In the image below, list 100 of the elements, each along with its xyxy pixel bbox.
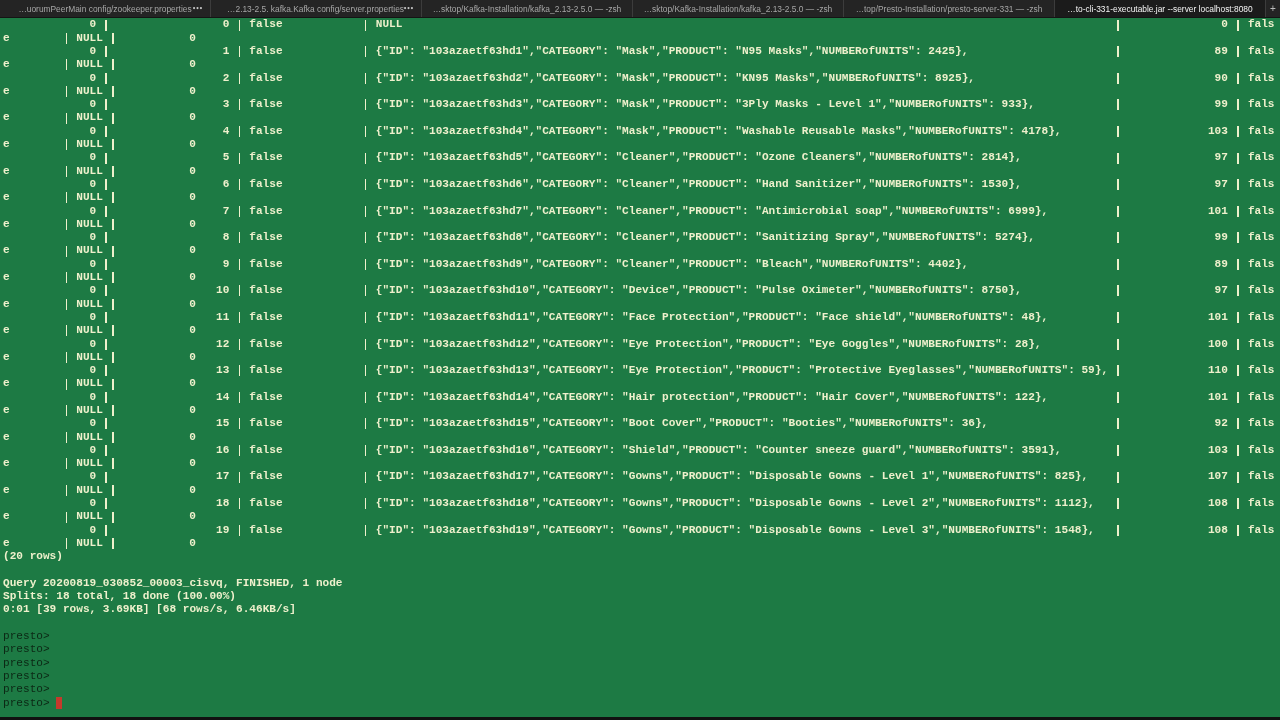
table-cell: NULL (76, 350, 103, 363)
table-cell: false (249, 231, 283, 244)
table-cell: 0 (189, 84, 197, 97)
table-cell: false (249, 257, 283, 270)
table-cell: 0 (89, 231, 97, 244)
table-cell: fals (1247, 177, 1275, 190)
row-number: 12 (216, 337, 230, 350)
table-cell: false (249, 284, 283, 297)
table-cell: 89 (1214, 45, 1228, 57)
table-cell: NULL (76, 164, 103, 177)
table-cell: 92 (1214, 417, 1228, 430)
table-cell: false (249, 497, 283, 510)
table-cell: 0 (189, 324, 197, 337)
table-cell: NULL (76, 430, 103, 443)
row-number: 16 (216, 443, 230, 456)
table-cell: 0 (189, 31, 197, 44)
table-cell: 0 (189, 138, 197, 151)
table-cell: e (3, 483, 10, 496)
table-cell: e (3, 164, 10, 177)
table-cell: NULL (76, 191, 103, 204)
table-cell: e (3, 31, 10, 44)
table-cell: false (249, 364, 283, 377)
table-cell: 97 (1214, 177, 1228, 190)
table-cell: 0 (189, 510, 197, 523)
row-number: 15 (216, 417, 230, 430)
row-number: 17 (216, 470, 230, 483)
table-cell: e (3, 84, 10, 97)
table-cell: false (249, 45, 283, 57)
row-number: 3 (222, 98, 230, 111)
table-cell: NULL (76, 510, 103, 523)
table-cell: NULL (76, 324, 103, 337)
table-cell: 0 (89, 98, 97, 111)
table-cell: 0 (89, 124, 97, 137)
table-cell: 0 (189, 217, 197, 230)
table-cell: 0 (189, 244, 197, 257)
json-cell: {"ID": "103azaetf63hd11","CATEGORY": "Face Protection","PRODUCT": "Face shield","NUMBERofUNITS": 48}, (375, 310, 1049, 323)
row-number: 7 (222, 204, 230, 217)
table-cell: false (249, 470, 283, 483)
table-cell: e (3, 297, 10, 310)
table-cell: false (249, 204, 283, 217)
table-cell: false (249, 177, 283, 190)
table-cell: NULL (76, 404, 103, 416)
table-cell: e (3, 244, 10, 257)
table-cell: 0 (189, 404, 197, 416)
json-cell: {"ID": "103azaetf63hd13","CATEGORY": "Eye Protection","PRODUCT": "Protective Eyeglasses","NUMBERofUNITS": 59}, (375, 364, 1109, 377)
table-cell: false (249, 310, 283, 323)
table-cell: 101 (1207, 390, 1228, 403)
json-cell: {"ID": "103azaetf63hd7","CATEGORY": "Cleaner","PRODUCT": "Antimicrobial soap","NUMBERofUNITS": 6999}, (375, 204, 1049, 217)
table-cell: 108 (1207, 523, 1228, 536)
table-cell: 107 (1207, 470, 1228, 483)
table-cell: e (3, 138, 10, 151)
stats-text: 0:01 [39 rows, 3.69KB] [68 rows/s, 6.46KB/s] (3, 603, 296, 617)
table-cell: 0 (189, 350, 197, 363)
row-number: 5 (222, 151, 230, 164)
table-cell: fals (1247, 151, 1275, 164)
table-cell: false (249, 71, 283, 84)
prompt-text: presto> (3, 630, 50, 644)
table-cell: 0 (189, 271, 197, 284)
table-cell: NULL (76, 377, 103, 390)
table-cell: 0 (189, 191, 197, 204)
table-cell: NULL (76, 457, 103, 470)
table-cell: 0 (89, 284, 97, 297)
json-cell: {"ID": "103azaetf63hd5","CATEGORY": "Cleaner","PRODUCT": "Ozone Cleaners","NUMBERofUNITS": 2814}, (375, 151, 1022, 164)
table-cell: fals (1247, 443, 1275, 456)
table-cell: fals (1247, 417, 1275, 430)
table-cell: 0 (1221, 18, 1228, 31)
table-cell: 99 (1214, 231, 1228, 244)
row-number: 4 (222, 124, 230, 137)
table-cell: 0 (89, 443, 97, 456)
table-cell: 0 (89, 497, 97, 510)
table-cell: NULL (76, 271, 103, 284)
row-number: 14 (216, 390, 230, 403)
table-cell: false (249, 151, 283, 164)
terminal-tab[interactable]: …to-cli-331-executable.jar --server localhost:8080 (1055, 0, 1266, 17)
table-cell: 0 (89, 204, 97, 217)
table-cell: 89 (1214, 257, 1228, 270)
table-cell: NULL (76, 483, 103, 496)
table-cell: NULL (76, 31, 103, 44)
json-cell: {"ID": "103azaetf63hd19","CATEGORY": "Gowns","PRODUCT": "Disposable Gowns - Level 3","NUMBERofUNITS": 1548}, (375, 523, 1095, 536)
table-cell: false (249, 443, 283, 456)
table-cell: 97 (1214, 284, 1228, 297)
row-number: 19 (216, 523, 230, 536)
json-cell: {"ID": "103azaetf63hd12","CATEGORY": "Eye Protection","PRODUCT": "Eye Goggles","NUMBERofUNITS": 28}, (375, 337, 1042, 350)
table-cell: e (3, 217, 10, 230)
table-cell: e (3, 191, 10, 204)
json-cell: {"ID": "103azaetf63hd4","CATEGORY": "Mask","PRODUCT": "Washable Reusable Masks","NUMBERofUNITS": 4178}, (375, 124, 1062, 137)
table-cell: 0 (89, 18, 97, 31)
splits-text: Splits: 18 total, 18 done (100.00%) (3, 590, 236, 604)
table-cell: e (3, 404, 10, 416)
json-cell: {"ID": "103azaetf63hd10","CATEGORY": "Device","PRODUCT": "Pulse Oximeter","NUMBERofUNITS": 8750}, (375, 284, 1022, 297)
json-cell: {"ID": "103azaetf63hd18","CATEGORY": "Gowns","PRODUCT": "Disposable Gowns - Level 2","NUMBERofUNITS": 1112}, (375, 497, 1095, 510)
row-number: 6 (222, 177, 230, 190)
table-cell: e (3, 536, 10, 549)
table-cell: fals (1247, 71, 1275, 84)
row-count-text: (20 rows) (3, 550, 63, 564)
table-cell: 0 (189, 536, 197, 549)
table-cell: e (3, 324, 10, 337)
json-cell: {"ID": "103azaetf63hd17","CATEGORY": "Gowns","PRODUCT": "Disposable Gowns - Level 1","NUMBERofUNITS": 825}, (375, 470, 1089, 483)
table-cell: fals (1247, 523, 1275, 536)
table-cell: fals (1247, 204, 1275, 217)
